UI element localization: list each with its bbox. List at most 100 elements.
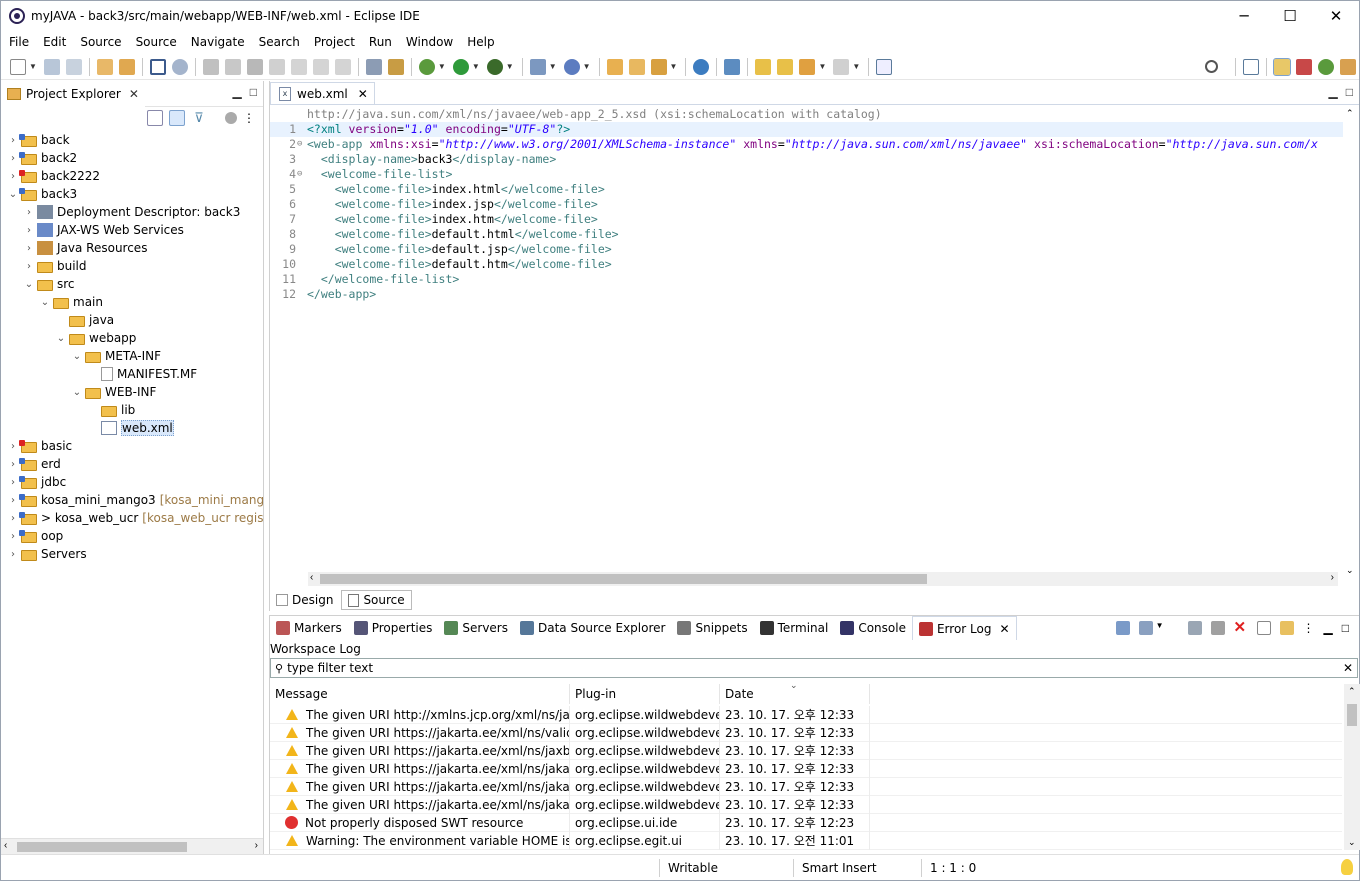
table-row[interactable]: The given URI https://jakarta.ee/xml/ns/… xyxy=(270,796,1342,814)
xml-source-editor[interactable]: http://java.sun.com/xml/ns/javaee/web-ap… xyxy=(270,106,1345,572)
tree-item[interactable]: ⌄ back3 xyxy=(7,185,77,203)
editor-tab-web-xml[interactable]: x web.xml ✕ xyxy=(270,82,375,104)
column-message[interactable]: Message xyxy=(270,684,570,704)
expand-icon[interactable]: › xyxy=(7,135,19,146)
tree-item[interactable]: › build xyxy=(23,257,87,275)
scrollbar-thumb[interactable] xyxy=(1347,704,1357,726)
scroll-down-icon[interactable]: ⌄ xyxy=(1346,565,1354,576)
tab-design[interactable]: Design xyxy=(270,591,339,609)
tree-item[interactable]: java xyxy=(55,311,114,329)
open-type-icon[interactable] xyxy=(96,58,113,75)
expand-icon[interactable]: › xyxy=(23,225,35,236)
code-line[interactable]: 2 ⊖ <web-app xmlns:xsi="http://www.w3.org/… xyxy=(270,137,1345,152)
close-icon[interactable]: ✕ xyxy=(999,622,1009,636)
collapse-all-icon[interactable] xyxy=(147,110,163,126)
open-resource-icon[interactable] xyxy=(118,58,135,75)
restore-log-icon[interactable] xyxy=(1279,621,1294,635)
dropdown-arrow-icon[interactable]: ▼ xyxy=(852,62,860,71)
dropdown-arrow-icon[interactable]: ▼ xyxy=(29,62,37,71)
filter-input[interactable]: ⚲ type filter text ✕ xyxy=(270,658,1358,678)
expand-icon[interactable]: › xyxy=(7,153,19,164)
debug-icon[interactable] xyxy=(418,58,435,75)
tree-item[interactable]: ⌄ webapp xyxy=(55,329,137,347)
view-menu-icon[interactable]: ⋮ xyxy=(243,111,255,125)
tree-item[interactable]: ⌄ META-INF xyxy=(71,347,161,365)
tab-console[interactable]: Console xyxy=(834,616,912,640)
new-server-icon[interactable] xyxy=(529,58,546,75)
tree-item[interactable]: › Java Resources xyxy=(23,239,147,257)
tab-markers[interactable]: Markers xyxy=(270,616,348,640)
column-date[interactable]: Date ⌄ xyxy=(720,684,870,704)
lightbulb-icon[interactable] xyxy=(1341,859,1353,875)
open-folder-icon[interactable] xyxy=(606,58,623,75)
expand-icon[interactable]: › xyxy=(7,513,19,524)
globe-icon[interactable] xyxy=(693,58,710,75)
tab-snippets[interactable]: Snippets xyxy=(671,616,753,640)
fold-toggle-icon[interactable]: ⊖ xyxy=(297,137,302,152)
minimize-editor-icon[interactable]: ▁ xyxy=(1329,85,1338,99)
maximize-editor-icon[interactable]: □ xyxy=(1346,85,1353,99)
expand-icon[interactable]: › xyxy=(23,207,35,218)
run-last-tool-icon[interactable] xyxy=(486,58,503,75)
table-row[interactable]: The given URI https://jakarta.ee/xml/ns/… xyxy=(270,760,1342,778)
table-row[interactable]: Not properly disposed SWT resource org.ec… xyxy=(270,814,1342,832)
search-wand-icon[interactable] xyxy=(650,58,667,75)
code-line[interactable]: 8 <welcome-file>default.html</welcome-fi… xyxy=(270,227,1345,242)
code-line[interactable]: 4 ⊖ <welcome-file-list> xyxy=(270,167,1345,182)
tree-item[interactable]: › back xyxy=(7,131,70,149)
expand-icon[interactable]: › xyxy=(7,531,19,542)
dropdown-arrow-icon[interactable]: ▼ xyxy=(506,62,514,71)
dropdown-arrow-icon[interactable]: ▼ xyxy=(670,62,678,71)
run-icon[interactable] xyxy=(452,58,469,75)
code-line[interactable]: 3 <display-name>back3</display-name> xyxy=(270,152,1345,167)
delete-log-icon[interactable] xyxy=(1210,621,1225,635)
clear-log-viewer-icon[interactable] xyxy=(1187,621,1202,635)
tree-item[interactable]: › kosa_mini_mango3[kosa_mini_mango3 r xyxy=(7,491,263,509)
column-plugin[interactable]: Plug-in xyxy=(570,684,720,704)
table-row[interactable]: Warning: The environment variable HOME i… xyxy=(270,832,1342,850)
menu-source-2[interactable]: Source xyxy=(129,35,184,49)
collapse-icon[interactable]: ⌄ xyxy=(71,387,83,398)
close-icon[interactable]: ✕ xyxy=(358,87,368,101)
expand-icon[interactable]: › xyxy=(7,477,19,488)
code-line[interactable]: 5 <welcome-file>index.html</welcome-file… xyxy=(270,182,1345,197)
code-line[interactable]: 11 </welcome-file-list> xyxy=(270,272,1345,287)
expand-icon[interactable]: › xyxy=(7,459,19,470)
dropdown-arrow-icon[interactable]: ▼ xyxy=(472,62,480,71)
tab-data-source-explorer[interactable]: Data Source Explorer xyxy=(514,616,671,640)
forward-arrow-icon[interactable] xyxy=(833,58,850,75)
code-line[interactable]: 6 <welcome-file>index.jsp</welcome-file> xyxy=(270,197,1345,212)
save-icon[interactable] xyxy=(43,58,60,75)
explorer-horizontal-scrollbar[interactable]: ‹ › xyxy=(1,838,263,854)
tree-item[interactable]: web.xml xyxy=(87,419,174,437)
dropdown-arrow-icon[interactable]: ▼ xyxy=(549,62,557,71)
maximize-view-icon[interactable]: □ xyxy=(1342,621,1349,635)
dropdown-arrow-icon[interactable]: ▼ xyxy=(583,62,591,71)
next-annotation-icon[interactable] xyxy=(777,58,794,75)
collapse-icon[interactable]: ⌄ xyxy=(7,189,19,200)
tree-item[interactable]: › Servers xyxy=(7,545,87,563)
save-all-icon[interactable] xyxy=(65,58,82,75)
tree-item[interactable]: MANIFEST.MF xyxy=(87,365,197,383)
new-icon[interactable] xyxy=(10,58,26,75)
jee-perspective-icon[interactable] xyxy=(1273,57,1291,76)
open-task-icon[interactable] xyxy=(628,58,645,75)
collapse-icon[interactable]: ⌄ xyxy=(55,333,67,344)
tree-item[interactable]: › basic xyxy=(7,437,72,455)
delete-icon[interactable]: ✕ xyxy=(1234,620,1248,635)
expand-icon[interactable]: › xyxy=(7,549,19,560)
code-line[interactable]: 12 </web-app> xyxy=(270,287,1345,302)
open-log-icon[interactable] xyxy=(1256,621,1271,635)
tree-item[interactable]: › JAX-WS Web Services xyxy=(23,221,184,239)
editor-vertical-scrollbar[interactable]: ⌃ ⌄ xyxy=(1343,106,1359,586)
tab-project-explorer[interactable]: Project Explorer ✕ xyxy=(1,80,145,107)
tree-item[interactable]: › Deployment Descriptor: back3 xyxy=(23,203,240,221)
tree-item[interactable]: › > kosa_web_ucr[kosa_web_ucr registratio xyxy=(7,509,263,527)
menu-help[interactable]: Help xyxy=(460,35,501,49)
menu-source[interactable]: Source xyxy=(73,35,128,49)
java-perspective-icon[interactable] xyxy=(1296,58,1312,75)
menu-project[interactable]: Project xyxy=(307,35,362,49)
minimize-button[interactable]: ─ xyxy=(1221,1,1267,31)
toggle-icon[interactable] xyxy=(387,58,404,75)
collapse-icon[interactable]: ⌄ xyxy=(71,351,83,362)
